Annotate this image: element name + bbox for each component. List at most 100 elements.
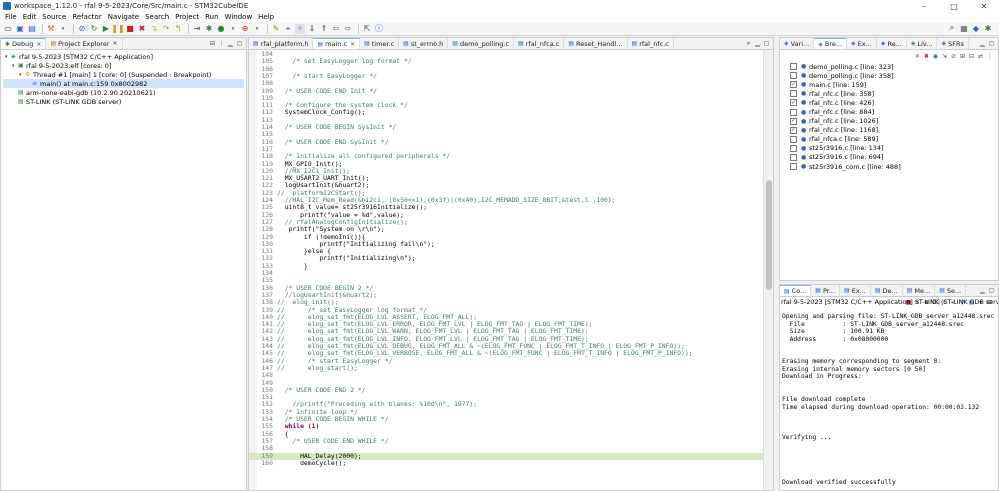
code-line[interactable]: 105 /* set EasyLogger log format */ (249, 57, 763, 65)
breakpoint-item[interactable]: ✓ ● rfal_nfc.c [line: 1168] (780, 126, 998, 135)
console-panel-tab[interactable]: ▤ Co... (780, 285, 812, 296)
breakpoint-item[interactable]: ✓ ● rfal_nfc.c [line: 426] (780, 98, 998, 107)
breakpoint-checkbox[interactable] (790, 135, 797, 143)
tab-debug[interactable]: ✱ Debug ✕ (1, 38, 47, 49)
debug-tree-item[interactable]: ▤ ST-LINK (ST-LINK GDB server) (3, 97, 244, 106)
debug-tree-item[interactable]: ▾ ⚙ Thread #1 [main] 1 [core: 0] (Suspende… (3, 70, 244, 79)
code-line[interactable]: 155 while (1) (249, 422, 763, 430)
cube-perspective-icon[interactable]: ◆ (971, 23, 981, 33)
close-window-button[interactable]: ✕ (969, 0, 999, 12)
expand-all-icon[interactable]: ⊞ (958, 52, 967, 61)
minimize-editor-icon[interactable]: ▁ (753, 39, 762, 48)
breakpoint-checkbox[interactable] (790, 90, 797, 98)
code-line[interactable]: 116 /* USER CODE END SysInit */ (249, 138, 763, 146)
console-output[interactable]: Opening and parsing file: ST-LINK_GDB_se… (780, 309, 998, 490)
code-line[interactable]: 150 /* USER CODE END 2 */ (249, 386, 763, 394)
breakpoint-item[interactable]: ● st25r3916.c [line: 134] (780, 144, 998, 153)
view-menu-icon[interactable]: ⋮ (217, 39, 226, 48)
breakpoint-checkbox[interactable]: ✓ (790, 81, 797, 89)
breakpoint-item[interactable]: ● rfal_nfca.c [line: 589] (780, 135, 998, 144)
maximize-view-icon[interactable]: ▢ (987, 286, 996, 295)
external-tools-dropdown-icon[interactable]: ▾ (252, 24, 262, 34)
editor-tab[interactable]: ▤ st_errno.h (399, 38, 449, 49)
editor-tab[interactable]: ▤ rfal_nfc.c (628, 38, 674, 49)
close-tab-icon[interactable]: ✕ (113, 40, 118, 47)
code-line[interactable]: 154 /* USER CODE BEGIN WHILE */ (249, 415, 763, 423)
code-line[interactable]: 148 (249, 371, 763, 379)
annotation-icon[interactable]: ⌖ (283, 24, 293, 34)
bp-panel-tab[interactable]: ◈ Bre... (814, 38, 848, 49)
menu-project[interactable]: Project (172, 13, 202, 21)
code-line[interactable]: 114 /* USER CODE BEGIN SysInit */ (249, 123, 763, 131)
bp-panel-tab[interactable]: ◈ Ex... (847, 38, 877, 49)
breakpoint-checkbox[interactable] (790, 108, 797, 116)
next-annotation-icon[interactable]: ⇓ (307, 24, 317, 34)
debug-tree-item[interactable]: ▤ arm-none-eabi-gdb (10.2.90.20210621) (3, 88, 244, 97)
debug-perspective-icon[interactable]: ✱ (983, 23, 993, 33)
skip-breakpoints-icon[interactable]: ⊘ (77, 24, 87, 34)
editor-tab[interactable]: ▤ rfal_nfca.c (514, 38, 565, 49)
menu-navigate[interactable]: Navigate (105, 13, 142, 21)
breakpoint-item[interactable]: ✓ ● main.c [line: 159] (780, 80, 998, 89)
build-dropdown-icon[interactable]: ▾ (58, 24, 68, 34)
disconnect-icon[interactable]: ✖ (137, 24, 147, 34)
menu-source[interactable]: Source (39, 13, 69, 21)
editor-tab[interactable]: ▤ demo_polling.c (448, 38, 515, 49)
collapse-all-icon[interactable]: ⊟ (208, 39, 217, 48)
editor-scrollbar-thumb[interactable] (766, 180, 772, 290)
maximize-button[interactable]: □ (939, 0, 969, 12)
go-to-file-icon[interactable]: ⇲ (940, 52, 949, 61)
code-line[interactable]: 107 /* start EasyLogger */ (249, 72, 763, 80)
toggle-mark-occurrences-icon[interactable]: ✧ (295, 23, 305, 34)
debug-tree-item[interactable]: ▾ ◈ rfal 9-5-2023 [STM32 C/C++ Application… (3, 52, 244, 61)
resume-icon[interactable]: ▶ (101, 24, 111, 34)
code-line[interactable]: 157 /* USER CODE END WHILE */ (249, 437, 763, 445)
link-with-debug-icon[interactable]: ⇄ (976, 52, 985, 61)
debug-tree-item[interactable]: ▾ ▣ rfal 9-5-2023.elf [cores: 0] (3, 61, 244, 70)
close-tab-icon[interactable]: ✕ (36, 41, 41, 48)
breakpoint-checkbox[interactable] (790, 163, 797, 171)
open-external-icon[interactable]: ⇱ (362, 24, 372, 34)
code-line[interactable]: 112 SystemClock_Config(); (249, 109, 763, 117)
editor-tab[interactable]: ▤ Reset_Handl... (564, 38, 628, 49)
breakpoint-checkbox[interactable]: ✓ (790, 99, 797, 107)
run-dropdown-icon[interactable]: ▾ (228, 24, 238, 34)
menu-run[interactable]: Run (202, 13, 221, 21)
console-panel-tab[interactable]: ▤ Pr... (811, 285, 841, 296)
step-into-icon[interactable]: ↴ (149, 24, 159, 34)
instruction-stepping-icon[interactable]: ⇥ (192, 24, 202, 34)
search-icon[interactable]: ⌕ (947, 23, 957, 33)
skip-all-breakpoints-icon[interactable]: ⊘ (949, 52, 958, 61)
breakpoint-checkbox[interactable] (790, 144, 797, 152)
minimize-view-icon[interactable]: ▁ (978, 39, 987, 48)
breakpoint-checkbox[interactable] (790, 153, 797, 161)
suspend-icon[interactable]: ❚❚ (111, 24, 124, 34)
menu-window[interactable]: Window (222, 13, 256, 21)
breakpoint-checkbox[interactable]: ✓ (790, 126, 797, 134)
editor-tab[interactable]: ▤ timer.c (360, 38, 400, 49)
breakpoint-item[interactable]: ✓ ● rfal_nfc.c [line: 1026] (780, 117, 998, 126)
breakpoint-item[interactable]: ● demo_polling.c [line: 323] (780, 62, 998, 71)
previous-annotation-icon[interactable]: ⇑ (319, 24, 329, 34)
maximize-editor-icon[interactable]: ▢ (762, 39, 771, 48)
bp-panel-tab[interactable]: ◈ Liv... (907, 38, 938, 49)
external-tools-icon[interactable]: ⊕ (240, 24, 250, 34)
tab-overflow-button[interactable]: » (744, 39, 753, 48)
console-panel-tab[interactable]: ▤ De... (871, 285, 903, 296)
step-over-icon[interactable]: ↷ (161, 24, 171, 34)
back-icon[interactable]: ⇦ (331, 24, 341, 34)
editor-tab[interactable]: ▤ rfal_platform.h (249, 38, 314, 49)
code-line[interactable]: 160 demoCycle(); (249, 459, 763, 467)
debug-icon[interactable]: ✱ (204, 24, 214, 34)
console-panel-tab[interactable]: ▤ Ex... (840, 285, 871, 296)
breakpoint-checkbox[interactable] (790, 72, 797, 80)
bp-panel-tab[interactable]: ◈ Vari... (780, 38, 815, 49)
menu-help[interactable]: Help (255, 13, 277, 21)
maximize-view-icon[interactable]: ▢ (987, 39, 996, 48)
code-line[interactable]: 132 printf("Initializing\n"); (249, 255, 763, 263)
breakpoint-checkbox[interactable] (790, 63, 797, 71)
console-panel-tab[interactable]: ▤ Se... (935, 285, 967, 296)
minimize-view-icon[interactable]: ▁ (978, 286, 987, 295)
menu-file[interactable]: File (2, 13, 20, 21)
breakpoint-item[interactable]: ● st25r3916.c [line: 694] (780, 153, 998, 162)
